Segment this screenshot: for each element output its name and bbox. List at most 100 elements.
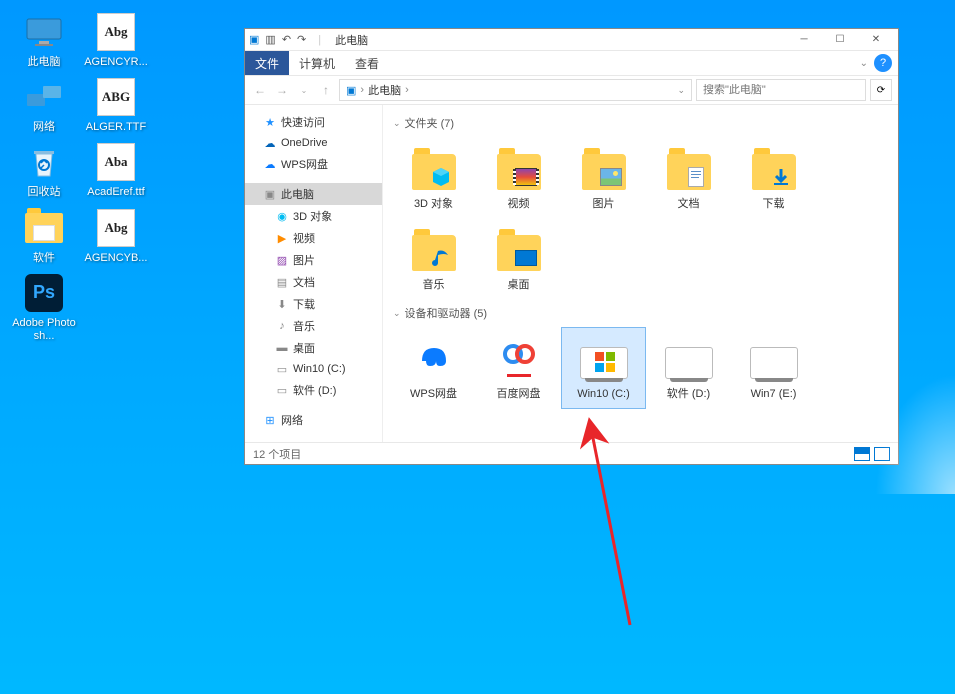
folder-icon — [24, 208, 64, 248]
nav-item-label: 文档 — [293, 274, 315, 290]
view-details-icon[interactable] — [854, 447, 870, 461]
minimize-button[interactable]: ─ — [786, 30, 822, 50]
item-drive[interactable]: Win7 (E:) — [731, 327, 816, 408]
nav-back-button[interactable]: ← — [251, 81, 269, 99]
nav-item-star[interactable]: ★快速访问 — [245, 111, 382, 133]
ribbon-tab-view[interactable]: 查看 — [345, 51, 389, 75]
desktop-icon-label: 此电脑 — [10, 56, 78, 69]
item-label: Win7 (E:) — [734, 388, 813, 401]
item-video[interactable]: 视频 — [476, 137, 561, 218]
item-label: Win10 (C:) — [564, 388, 643, 401]
maximize-button[interactable]: ☐ — [822, 30, 858, 50]
address-path[interactable]: ▣ › 此电脑 › ⌄ — [339, 79, 692, 101]
nav-item-cloud[interactable]: ☁ WPS网盘 — [245, 153, 382, 175]
qat-undo-icon[interactable]: ↶ — [282, 33, 291, 46]
nav-item-label: 网络 — [281, 412, 303, 428]
desktop-icon-algerttf[interactable]: ABGALGER.TTF — [82, 77, 150, 134]
item-label: 桌面 — [479, 279, 558, 292]
item-win-drive[interactable]: Win10 (C:) — [561, 327, 646, 408]
desktop-icon-2[interactable]: 网络 — [10, 77, 78, 134]
network-icon — [24, 77, 64, 117]
item-wps[interactable]: WPS网盘 — [391, 327, 476, 408]
item-desktop[interactable]: 桌面 — [476, 218, 561, 299]
music-icon — [410, 225, 458, 273]
download-icon — [750, 144, 798, 192]
path-item[interactable]: 此电脑 — [368, 82, 401, 98]
item-drive[interactable]: 软件 (D:) — [646, 327, 731, 408]
group-header[interactable]: ⌄文件夹 (7) — [391, 109, 890, 137]
status-bar: 12 个项目 — [245, 442, 898, 464]
path-arrow-icon: › — [405, 84, 409, 96]
desktop-icon-0[interactable]: 此电脑 — [10, 12, 78, 69]
chevron-down-icon[interactable]: ⌄ — [677, 85, 685, 96]
item-label: 音乐 — [394, 279, 473, 292]
doc-icon: ▤ — [275, 275, 289, 289]
nav-item-network[interactable]: ⊞网络 — [245, 409, 382, 431]
desktop-icon-6[interactable]: 软件 — [10, 208, 78, 265]
desktop-icon-agencyr[interactable]: AbgAGENCYR... — [82, 12, 150, 69]
ribbon-tab-computer[interactable]: 计算机 — [289, 51, 345, 75]
nav-item-label: 音乐 — [293, 318, 315, 334]
ribbon: 文件 计算机 查看 ⌄ ? — [245, 51, 898, 75]
path-arrow-icon: › — [360, 84, 364, 96]
desktop: 此电脑 AbgAGENCYR... 网络 ABGALGER.TTF 回收站 AbaAcad… — [0, 0, 160, 355]
nav-item-drive[interactable]: ▭Win10 (C:) — [245, 359, 382, 379]
nav-item-doc[interactable]: ▤ 文档 — [245, 271, 382, 293]
video-icon — [495, 144, 543, 192]
nav-item-label: 软件 (D:) — [293, 382, 336, 398]
font-icon: Abg — [96, 208, 136, 248]
close-button[interactable]: ✕ — [858, 30, 894, 50]
nav-item-cube[interactable]: ◉3D 对象 — [245, 205, 382, 227]
desktop-icon-adobephotosh[interactable]: PsAdobe Photosh... — [10, 273, 78, 343]
item-music[interactable]: 音乐 — [391, 218, 476, 299]
nav-forward-button[interactable]: → — [273, 81, 291, 99]
item-label: 视频 — [479, 198, 558, 211]
ribbon-tab-file[interactable]: 文件 — [245, 51, 289, 75]
nav-item-pc[interactable]: ▣此电脑 — [245, 183, 382, 205]
search-box[interactable] — [696, 79, 866, 101]
nav-item-label: WPS网盘 — [281, 156, 328, 172]
nav-item-cloud[interactable]: ☁OneDrive — [245, 133, 382, 153]
nav-up-button[interactable]: ↑ — [317, 81, 335, 99]
desktop-icon-label: AGENCYB... — [82, 252, 150, 265]
desktop-icon-label: 回收站 — [10, 186, 78, 199]
item-label: WPS网盘 — [394, 388, 473, 401]
nav-item-desktop[interactable]: ▬桌面 — [245, 337, 382, 359]
item-image[interactable]: 图片 — [561, 137, 646, 218]
item-download[interactable]: 下载 — [731, 137, 816, 218]
item-label: 百度网盘 — [479, 388, 558, 401]
cloud-icon: ☁ — [263, 157, 277, 171]
doc-icon — [665, 144, 713, 192]
desktop-icon-agencyb[interactable]: Abg AGENCYB... — [82, 208, 150, 265]
group-header[interactable]: ⌄设备和驱动器 (5) — [391, 299, 890, 327]
win-drive-icon — [580, 334, 628, 382]
search-input[interactable] — [703, 84, 859, 96]
window-title: 此电脑 — [335, 32, 368, 48]
qat-redo-icon[interactable]: ↷ — [297, 33, 306, 46]
refresh-button[interactable]: ⟳ — [870, 79, 892, 101]
ribbon-chevron-icon[interactable]: ⌄ — [860, 58, 868, 69]
desktop-icon-label: 网络 — [10, 121, 78, 134]
item-doc[interactable]: 文档 — [646, 137, 731, 218]
nav-item-image[interactable]: ▨图片 — [245, 249, 382, 271]
titlebar: ▣ ▥ ↶ ↷ | 此电脑 ─ ☐ ✕ — [245, 29, 898, 51]
nav-item-video[interactable]: ▶视频 — [245, 227, 382, 249]
item-cube[interactable]: 3D 对象 — [391, 137, 476, 218]
status-text: 12 个项目 — [253, 446, 301, 462]
help-button[interactable]: ? — [874, 54, 892, 72]
item-baidu[interactable]: 百度网盘 — [476, 327, 561, 408]
nav-item-drive[interactable]: ▭软件 (D:) — [245, 379, 382, 401]
nav-history-icon[interactable]: ⌄ — [295, 81, 313, 99]
qat-properties-icon[interactable]: ▥ — [265, 33, 275, 46]
nav-item-label: 此电脑 — [281, 186, 314, 202]
nav-item-music[interactable]: ♪音乐 — [245, 315, 382, 337]
drive-icon — [665, 334, 713, 382]
nav-item-label: OneDrive — [281, 137, 327, 149]
ps-icon: Ps — [24, 273, 64, 313]
desktop-icon-4[interactable]: 回收站 — [10, 142, 78, 199]
nav-item-download[interactable]: ⬇下载 — [245, 293, 382, 315]
desktop-icon-acaderefttf[interactable]: AbaAcadEref.ttf — [82, 142, 150, 199]
navigation-pane: ★快速访问☁OneDrive ☁ WPS网盘 ▣此电脑◉3D 对象▶视频▨图片 ▤ 文档 ⬇… — [245, 105, 383, 442]
drive-icon — [750, 334, 798, 382]
baidu-icon — [495, 334, 543, 382]
